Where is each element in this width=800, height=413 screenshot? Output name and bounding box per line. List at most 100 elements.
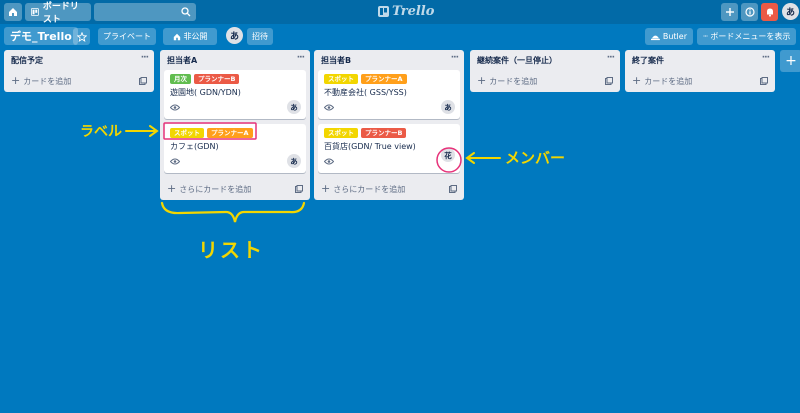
card-badges: [170, 101, 300, 114]
list-annotation-text: リスト: [198, 238, 264, 262]
show-menu-button[interactable]: ··· ボードメニューを表示: [697, 28, 796, 45]
card-cafe[interactable]: スポット プランナーA カフェ(GDN) あ: [164, 124, 306, 173]
card-template-icon[interactable]: [605, 77, 613, 85]
list-menu-icon[interactable]: ···: [762, 53, 770, 63]
butler-button[interactable]: Butler: [645, 28, 693, 45]
info-icon: [744, 7, 755, 17]
card-template-icon[interactable]: [139, 77, 147, 85]
home-icon: [9, 8, 17, 16]
list-header[interactable]: 終了案件 ···: [625, 50, 775, 70]
card-badges: [324, 155, 454, 168]
list-menu-icon[interactable]: ···: [451, 53, 459, 63]
card-labels: スポット プランナーA: [170, 128, 300, 138]
card-title: 遊園地( GDN/YDN): [170, 88, 241, 97]
notifications-button[interactable]: [761, 3, 778, 21]
plus-icon: +: [477, 74, 487, 87]
user-avatar[interactable]: あ: [782, 3, 799, 20]
trello-logo[interactable]: Trello: [378, 4, 434, 19]
add-card-button[interactable]: + カードを追加: [4, 70, 154, 92]
plus-icon: +: [321, 182, 331, 195]
label-orange[interactable]: プランナーA: [207, 128, 253, 138]
list-brace-icon: [160, 201, 306, 223]
visibility-button[interactable]: プライベート: [98, 28, 156, 45]
list-menu-icon[interactable]: ···: [297, 53, 305, 63]
add-card-button[interactable]: + さらにカードを追加: [160, 178, 310, 200]
card-labels: スポット プランナーA: [324, 74, 454, 84]
bell-icon: [766, 8, 773, 17]
list-header[interactable]: 配信予定 ···: [4, 50, 154, 70]
add-card-label: カードを追加: [644, 76, 693, 86]
add-card-button[interactable]: + さらにカードを追加: [314, 178, 464, 200]
label-yellow[interactable]: スポット: [324, 128, 358, 138]
list-shuryo[interactable]: 終了案件 ··· + カードを追加: [625, 50, 775, 92]
list-title: 継続案件（一旦停止）: [477, 56, 557, 65]
label-annotation-text: ラベル: [80, 124, 122, 140]
home-button[interactable]: [4, 3, 22, 21]
eye-icon: [170, 104, 180, 111]
invite-label: 招待: [252, 32, 268, 41]
list-header[interactable]: 担当者A ···: [160, 50, 310, 70]
card-fudousan[interactable]: スポット プランナーA 不動産会社( GSS/YSS) あ: [318, 70, 460, 119]
card-labels: スポット プランナーB: [324, 128, 454, 138]
card-yuenchi[interactable]: 月次 プランナーB 遊園地( GDN/YDN) あ: [164, 70, 306, 119]
search-input[interactable]: [94, 3, 196, 21]
add-card-label: さらにカードを追加: [179, 184, 252, 194]
add-card-label: カードを追加: [489, 76, 538, 86]
boards-label: ボードリスト: [42, 2, 79, 25]
create-button[interactable]: [721, 3, 738, 21]
card-title: カフェ(GDN): [170, 142, 219, 151]
board-member-avatar[interactable]: あ: [226, 27, 243, 44]
list-keizoku[interactable]: 継続案件（一旦停止） ··· + カードを追加: [470, 50, 620, 92]
label-yellow[interactable]: スポット: [170, 128, 204, 138]
label-red[interactable]: プランナーB: [361, 128, 407, 138]
add-card-button[interactable]: + カードを追加: [625, 70, 775, 92]
list-header[interactable]: 継続案件（一旦停止） ···: [470, 50, 620, 70]
list-menu-icon[interactable]: ···: [607, 53, 615, 63]
label-yellow[interactable]: スポット: [324, 74, 358, 84]
trello-logo-icon: [378, 6, 389, 17]
team-visibility-label: 非公開: [183, 32, 208, 41]
add-card-button[interactable]: + カードを追加: [470, 70, 620, 92]
list-menu-icon[interactable]: ···: [141, 53, 149, 63]
list-header[interactable]: 担当者B ···: [314, 50, 464, 70]
invite-button[interactable]: 招待: [247, 28, 273, 45]
board-title[interactable]: デモ_Trello: [4, 27, 78, 45]
eye-icon: [324, 104, 334, 111]
card-template-icon[interactable]: [760, 77, 768, 85]
add-card-label: さらにカードを追加: [333, 184, 406, 194]
top-header: ボードリスト Trello あ: [0, 0, 800, 25]
card-member-avatar[interactable]: あ: [441, 100, 455, 114]
plus-icon: +: [167, 182, 177, 195]
home-icon: [173, 33, 180, 40]
add-list-button[interactable]: +: [780, 50, 800, 72]
logo-text: Trello: [392, 4, 435, 19]
list-haishin[interactable]: 配信予定 ··· + カードを追加: [4, 50, 154, 92]
star-button[interactable]: [73, 28, 90, 45]
visibility-label: プライベート: [103, 32, 151, 41]
label-red[interactable]: プランナーB: [194, 74, 240, 84]
card-template-icon[interactable]: [295, 185, 303, 193]
boards-button[interactable]: ボードリスト: [25, 2, 91, 25]
team-visibility-button[interactable]: 非公開: [163, 28, 217, 45]
label-green[interactable]: 月次: [170, 74, 191, 84]
card-member-avatar[interactable]: あ: [287, 154, 301, 168]
list-tantou-b[interactable]: 担当者B ··· スポット プランナーA 不動産会社( GSS/YSS) あ ス…: [314, 50, 464, 200]
list-title: 配信予定: [11, 56, 43, 65]
card-hyakkaten[interactable]: スポット プランナーB 百貨店(GDN/ True view) 花: [318, 124, 460, 173]
ellipsis-icon: ···: [702, 32, 709, 41]
eye-icon: [170, 158, 180, 165]
list-tantou-a[interactable]: 担当者A ··· 月次 プランナーB 遊園地( GDN/YDN) あ スポット …: [160, 50, 310, 200]
star-icon: [76, 31, 87, 42]
label-orange[interactable]: プランナーA: [361, 74, 407, 84]
boards-icon: [31, 8, 39, 16]
card-title: 不動産会社( GSS/YSS): [324, 88, 407, 97]
card-member-avatar[interactable]: 花: [441, 148, 455, 162]
plus-icon: [725, 8, 734, 16]
plus-icon: +: [632, 74, 642, 87]
card-template-icon[interactable]: [449, 185, 457, 193]
card-member-avatar[interactable]: あ: [287, 100, 301, 114]
member-arrow-icon: [465, 152, 501, 164]
label-arrow-icon: [125, 125, 159, 137]
info-button[interactable]: [741, 3, 758, 21]
search-icon: [181, 7, 191, 17]
